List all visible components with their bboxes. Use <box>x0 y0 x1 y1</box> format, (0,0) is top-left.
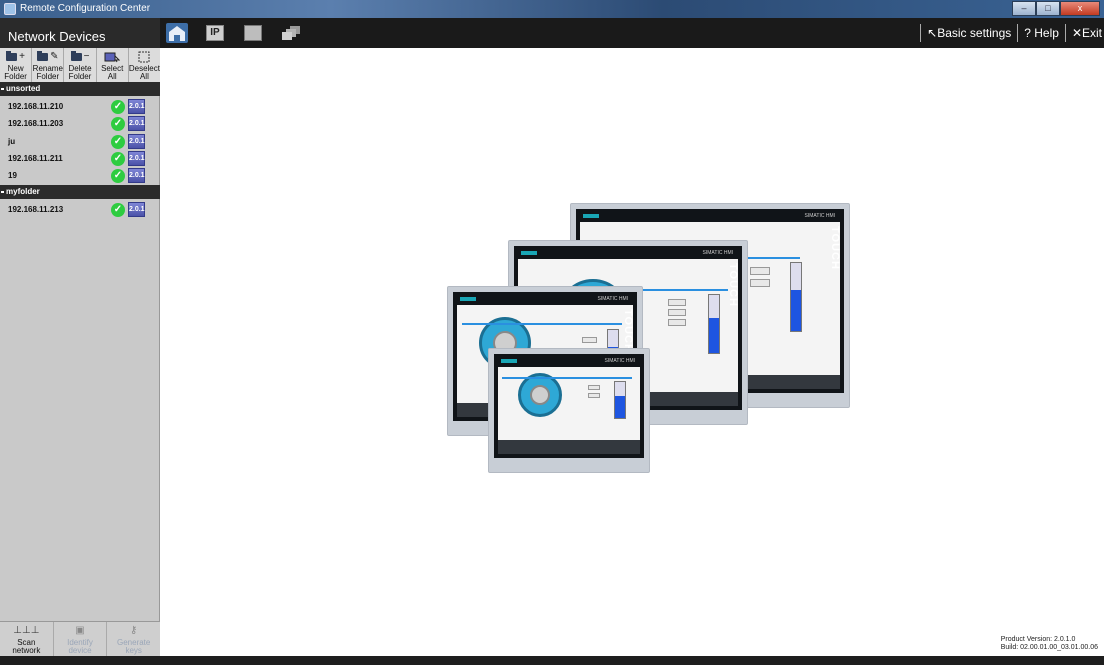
separator <box>1064 24 1066 42</box>
version-badge: 2.0.1 <box>128 168 145 183</box>
folder-icon <box>6 50 18 61</box>
group-unsorted[interactable]: unsorted <box>0 82 160 96</box>
close-button[interactable]: x <box>1060 1 1100 16</box>
monitor-icon: ▣ <box>75 625 85 636</box>
sidebar: + New Folder ✎ Rename Folder − Delete Folde… <box>0 48 160 656</box>
basic-settings-link[interactable]: ↖Basic settings <box>925 26 1013 40</box>
window-controls: – □ x <box>1012 1 1100 16</box>
device-row[interactable]: 192.168.11.213 ✓ 2.0.1 <box>0 201 155 218</box>
home-icon[interactable] <box>166 23 188 43</box>
app-icon <box>4 3 16 15</box>
key-icon: ⚷ <box>130 625 138 636</box>
multi-panel-icon[interactable] <box>281 25 301 41</box>
minimize-button[interactable]: – <box>1012 1 1036 16</box>
device-row[interactable]: 192.168.11.210 ✓ 2.0.1 <box>0 98 155 115</box>
status-ok-icon: ✓ <box>111 169 125 183</box>
device-name: 192.168.11.210 <box>8 102 64 111</box>
status-ok-icon: ✓ <box>111 152 125 166</box>
scan-network-button[interactable]: ⊥⊥⊥ Scan network <box>0 622 54 656</box>
status-ok-icon: ✓ <box>111 203 125 217</box>
rename-folder-button[interactable]: ✎ Rename Folder <box>32 48 65 85</box>
identify-device-button[interactable]: ▣ Identify device <box>54 622 108 656</box>
hmi-panel-image: SIMATIC HMI <box>488 348 650 473</box>
device-toolbar: ⊥⊥⊥ Scan network ▣ Identify device ⚷ Gener… <box>0 621 160 656</box>
group-myfolder[interactable]: myfolder <box>0 185 160 199</box>
status-ok-icon: ✓ <box>111 100 125 114</box>
version-badge: 2.0.1 <box>128 202 145 217</box>
sidebar-title: Network Devices <box>0 18 160 48</box>
select-all-icon <box>97 50 128 63</box>
device-name: ju <box>8 137 16 146</box>
device-name: 19 <box>8 171 17 180</box>
maximize-button[interactable]: □ <box>1036 1 1060 16</box>
folder-icon <box>70 50 82 61</box>
deselect-all-button[interactable]: Deselect All <box>129 48 160 85</box>
help-link[interactable]: ? Help <box>1022 26 1061 40</box>
device-row[interactable]: 19 ✓ 2.0.1 <box>0 167 155 184</box>
status-ok-icon: ✓ <box>111 135 125 149</box>
status-ok-icon: ✓ <box>111 117 125 131</box>
build-version: Build: 02.00.01.00_03.01.00.06 <box>1000 644 1098 651</box>
version-badge: 2.0.1 <box>128 151 145 166</box>
network-icon: ⊥⊥⊥ <box>13 625 40 636</box>
delete-folder-button[interactable]: − Delete Folder <box>64 48 97 85</box>
version-badge: 2.0.1 <box>128 99 145 114</box>
app-window: Remote Configuration Center – □ x Networ… <box>0 0 1104 665</box>
version-badge: 2.0.1 <box>128 116 145 131</box>
title-bar: Remote Configuration Center – □ x <box>0 0 1104 18</box>
folder-icon <box>37 50 49 61</box>
generate-keys-button[interactable]: ⚷ Generate keys <box>107 622 160 656</box>
folder-toolbar: + New Folder ✎ Rename Folder − Delete Folde… <box>0 48 160 86</box>
device-row[interactable]: 192.168.11.211 ✓ 2.0.1 <box>0 150 155 167</box>
status-bar <box>0 656 1104 665</box>
separator <box>920 24 922 42</box>
device-row[interactable]: 192.168.11.203 ✓ 2.0.1 <box>0 115 155 132</box>
device-name: 192.168.11.211 <box>8 154 63 163</box>
select-all-button[interactable]: Select All <box>97 48 129 85</box>
top-links: ↖Basic settings ? Help ✕Exit <box>916 18 1104 48</box>
main-content: SIMATIC HMI TOUCH SIMATIC HMI TOUCH SIMA… <box>160 48 1104 656</box>
window-title: Remote Configuration Center <box>20 3 151 14</box>
product-version: Product Version: 2.0.1.0 <box>1000 636 1076 643</box>
separator <box>1017 24 1019 42</box>
exit-link[interactable]: ✕Exit <box>1070 26 1104 40</box>
version-badge: 2.0.1 <box>128 134 145 149</box>
device-row[interactable]: ju ✓ 2.0.1 <box>0 133 155 150</box>
panel-view-icon[interactable] <box>244 25 262 41</box>
version-info: Product Version: 2.0.1.0 Build: 02.00.01… <box>1001 636 1098 652</box>
deselect-all-icon <box>129 50 160 63</box>
new-folder-button[interactable]: + New Folder <box>0 48 33 85</box>
ip-settings-icon[interactable]: IP <box>206 25 224 41</box>
device-name: 192.168.11.213 <box>8 205 64 214</box>
device-name: 192.168.11.203 <box>8 119 64 128</box>
